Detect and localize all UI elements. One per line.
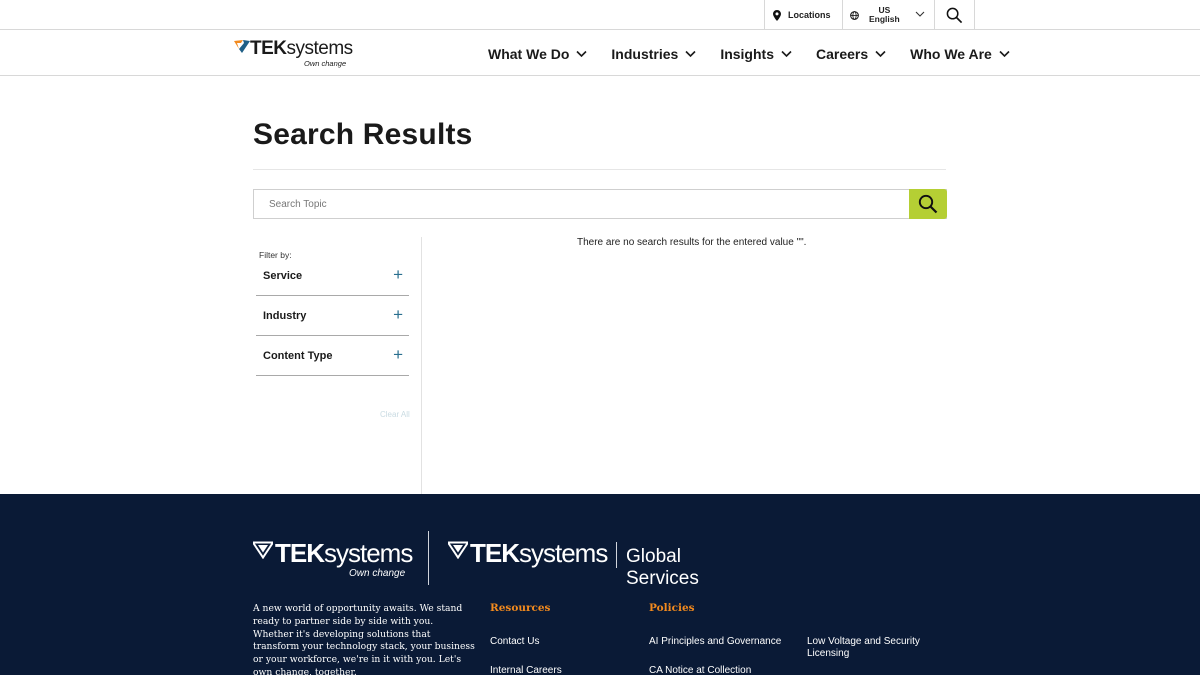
language-text: US English bbox=[869, 6, 900, 24]
footer-resources-heading: Resources bbox=[490, 602, 551, 614]
site-footer: TEKsystems Own change TEKsystems Global … bbox=[0, 494, 1200, 678]
facet-label: Content Type bbox=[263, 350, 333, 362]
main-navigation: TEKsystems Own change What We Do Industr… bbox=[0, 31, 1200, 76]
utility-bar: Locations US English bbox=[0, 0, 1200, 30]
footer-link-contact-us[interactable]: Contact Us bbox=[490, 636, 539, 648]
facet-industry[interactable]: Industry + bbox=[256, 296, 409, 336]
footer-logo-wordmark: TEKsystems bbox=[275, 538, 413, 568]
facet-label: Service bbox=[263, 270, 303, 282]
footer-about-text: A new world of opportunity awaits. We st… bbox=[253, 603, 475, 678]
nav-item-insights[interactable]: Insights bbox=[720, 31, 792, 76]
footer-link-ai-principles[interactable]: AI Principles and Governance bbox=[649, 636, 781, 648]
location-pin-icon bbox=[773, 9, 781, 21]
nav-menu: What We Do Industries Insights Careers W… bbox=[488, 31, 1010, 76]
footer-link-internal-careers[interactable]: Internal Careers bbox=[490, 665, 562, 677]
search-input[interactable] bbox=[254, 190, 910, 218]
footer-logo-divider bbox=[428, 531, 429, 585]
page-title: Search Results bbox=[253, 118, 473, 151]
search-icon bbox=[946, 7, 963, 23]
search-icon bbox=[918, 194, 938, 214]
nav-item-industries[interactable]: Industries bbox=[611, 31, 696, 76]
nav-item-label: Who We Are bbox=[910, 45, 992, 62]
logo-tagline: Own change bbox=[304, 59, 347, 68]
sidebar-divider bbox=[421, 237, 422, 494]
utility-group: Locations US English bbox=[764, 0, 975, 30]
globe-icon bbox=[850, 10, 859, 20]
nav-item-label: Careers bbox=[815, 45, 869, 62]
nav-item-label: What We Do bbox=[488, 45, 570, 62]
nav-item-label: Insights bbox=[720, 45, 774, 62]
chevron-down-icon bbox=[576, 50, 587, 57]
clear-all-link[interactable]: Clear All bbox=[380, 410, 410, 419]
search-bar bbox=[253, 189, 947, 219]
plus-icon: + bbox=[393, 345, 403, 364]
facet-content-type[interactable]: Content Type + bbox=[256, 336, 409, 376]
language-selector[interactable]: US English bbox=[842, 0, 934, 30]
chevron-down-icon bbox=[999, 50, 1010, 57]
chevron-down-icon bbox=[915, 11, 925, 17]
header-search-button[interactable] bbox=[934, 0, 975, 30]
search-submit-button[interactable] bbox=[909, 189, 947, 219]
global-services-divider bbox=[616, 542, 617, 568]
footer-link-ca-notice[interactable]: CA Notice at Collection bbox=[649, 665, 751, 677]
facet-label: Industry bbox=[263, 310, 307, 322]
teksystems-shield-icon bbox=[253, 541, 273, 559]
locations-link[interactable]: Locations bbox=[764, 0, 842, 30]
no-results-message: There are no search results for the ente… bbox=[577, 237, 807, 248]
global-services-wordmark: TEKsystems bbox=[470, 538, 608, 568]
nav-item-who-we-are[interactable]: Who We Are bbox=[910, 31, 1010, 76]
nav-item-careers[interactable]: Careers bbox=[816, 31, 886, 76]
facet-service[interactable]: Service + bbox=[256, 256, 409, 296]
logo-wordmark: TEKsystems bbox=[250, 38, 353, 59]
teksystems-shield-icon bbox=[448, 541, 468, 559]
teksystems-logo[interactable]: TEKsystems Own change bbox=[234, 37, 354, 71]
footer-link-low-voltage-licensing[interactable]: Low Voltage and Security Licensing bbox=[807, 636, 937, 660]
title-divider bbox=[253, 169, 946, 170]
footer-policies-heading: Policies bbox=[649, 602, 695, 614]
plus-icon: + bbox=[393, 265, 403, 284]
chevron-down-icon bbox=[875, 50, 886, 57]
footer-logo-tagline: Own change bbox=[349, 568, 406, 579]
nav-item-what-we-do[interactable]: What We Do bbox=[488, 31, 587, 76]
chevron-down-icon bbox=[685, 50, 696, 57]
nav-item-label: Industries bbox=[611, 45, 679, 62]
plus-icon: + bbox=[393, 305, 403, 324]
footer-teksystems-logo[interactable]: TEKsystems Own change bbox=[253, 538, 413, 580]
locations-label: Locations bbox=[788, 10, 831, 20]
global-services-logo[interactable]: TEKsystems Global Services bbox=[448, 538, 748, 589]
language-label: English bbox=[869, 14, 900, 24]
chevron-down-icon bbox=[781, 50, 792, 57]
teksystems-shield-icon bbox=[234, 40, 250, 53]
global-services-label: Global Services bbox=[626, 546, 699, 589]
